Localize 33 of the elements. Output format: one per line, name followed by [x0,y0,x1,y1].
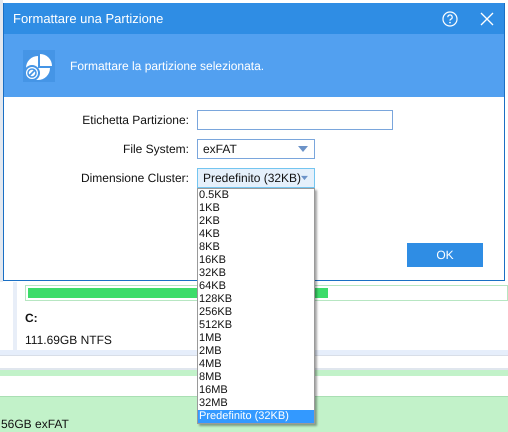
dropdown-option[interactable]: 64KB [198,280,314,293]
dropdown-option[interactable]: 2KB [198,215,314,228]
dropdown-option[interactable]: 32KB [198,267,314,280]
dropdown-option[interactable]: 1KB [198,202,314,215]
partition-info: 111.69GB NTFS [25,333,112,347]
banner-text: Formattare la partizione selezionata. [70,58,264,72]
partition-name: C: [25,311,38,325]
disk-chart-icon [23,50,55,82]
field-label: Etichetta Partizione: [81,113,189,127]
dropdown-option[interactable]: 16KB [198,254,314,267]
dropdown[interactable]: Predefinito (32KB) [197,168,315,188]
dropdown-option[interactable]: 2MB [198,345,314,358]
close-icon[interactable] [480,12,494,26]
dropdown-option[interactable]: 16MB [198,384,314,397]
dropdown-option[interactable]: 512KB [198,319,314,332]
dropdown-option[interactable]: 8MB [198,371,314,384]
dropdown-option[interactable]: 8KB [198,241,314,254]
dropdown-option[interactable]: 32MB [198,397,314,410]
dropdown-option[interactable]: 1MB [198,332,314,345]
dropdown-option[interactable]: 256KB [198,306,314,319]
partition-info: 56GB exFAT [1,417,69,432]
dropdown[interactable]: exFAT [197,139,315,159]
dropdown-option[interactable]: 128KB [198,293,314,306]
input-field[interactable] [197,110,393,130]
help-icon[interactable] [442,10,458,26]
field-label: Dimensione Cluster: [80,171,189,185]
caret-icon [301,175,308,181]
window-title: Formattare una Partizione [13,11,164,26]
dropdown-option[interactable]: 4MB [198,358,314,371]
caret-icon [298,146,308,152]
dropdown-option[interactable]: 4KB [198,228,314,241]
dropdown-option[interactable]: 0.5KB [198,189,314,202]
field-label: File System: [122,142,189,156]
